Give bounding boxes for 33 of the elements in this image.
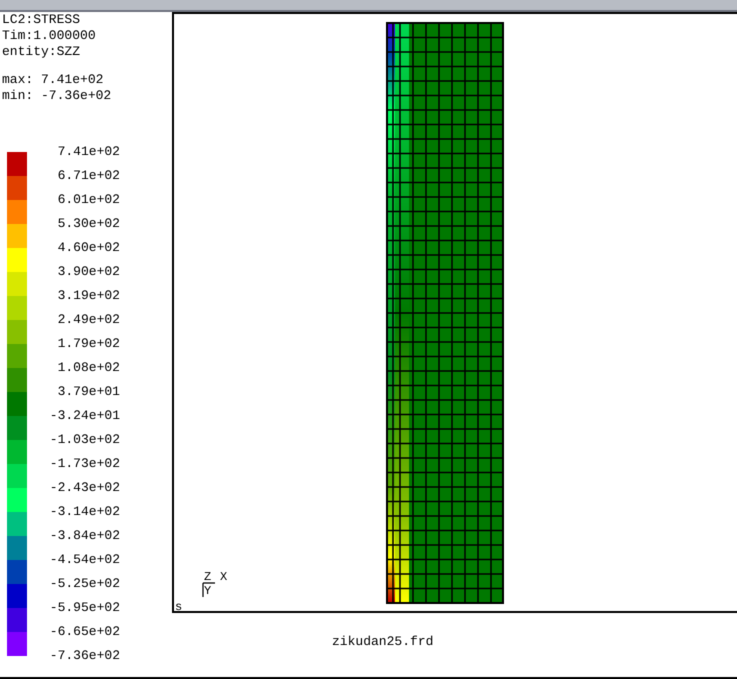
result-info-text: entity:SZZ — [2, 44, 82, 60]
result-info-text: Tim:1.000000 — [2, 28, 97, 44]
legend-label: -2.43e+02 — [50, 479, 120, 497]
legend-label: -4.54e+02 — [50, 551, 120, 569]
legend-label: -3.14e+02 — [50, 503, 120, 521]
legend-label: 3.90e+02 — [58, 263, 120, 281]
filename-text: zikudan25.frd — [332, 634, 434, 650]
min-value-text: min: -7.36e+02 — [2, 88, 112, 104]
max-value-text: max: 7.41e+02 — [2, 72, 104, 88]
legend-label: 1.79e+02 — [58, 335, 120, 353]
legend-label: 6.01e+02 — [58, 191, 120, 209]
corner-mark-text: s — [175, 601, 182, 613]
legend-label: 2.49e+02 — [58, 311, 120, 329]
result-info-text: LC2:STRESS — [2, 12, 82, 28]
legend-label: -3.84e+02 — [50, 527, 120, 545]
axis-label: Z — [204, 571, 212, 583]
legend-label: 3.19e+02 — [58, 287, 120, 305]
legend-label: 3.79e+01 — [58, 383, 120, 401]
axis-label: X — [220, 571, 228, 583]
legend-label: -6.65e+02 — [50, 623, 120, 641]
legend-label: -1.03e+02 — [50, 431, 120, 449]
legend-label: 7.41e+02 — [58, 143, 120, 161]
legend-label: 5.30e+02 — [58, 215, 120, 233]
legend-label: 6.71e+02 — [58, 167, 120, 185]
axis-label: Y — [204, 585, 212, 597]
legend-label: 4.60e+02 — [58, 239, 120, 257]
legend-label: -3.24e+01 — [50, 407, 120, 425]
legend-label: -1.73e+02 — [50, 455, 120, 473]
axis-triad-icon — [202, 581, 216, 597]
legend-label: -5.95e+02 — [50, 599, 120, 617]
legend-label: -5.25e+02 — [50, 575, 120, 593]
legend-label: -7.36e+02 — [50, 647, 120, 665]
legend-label: 1.08e+02 — [58, 359, 120, 377]
